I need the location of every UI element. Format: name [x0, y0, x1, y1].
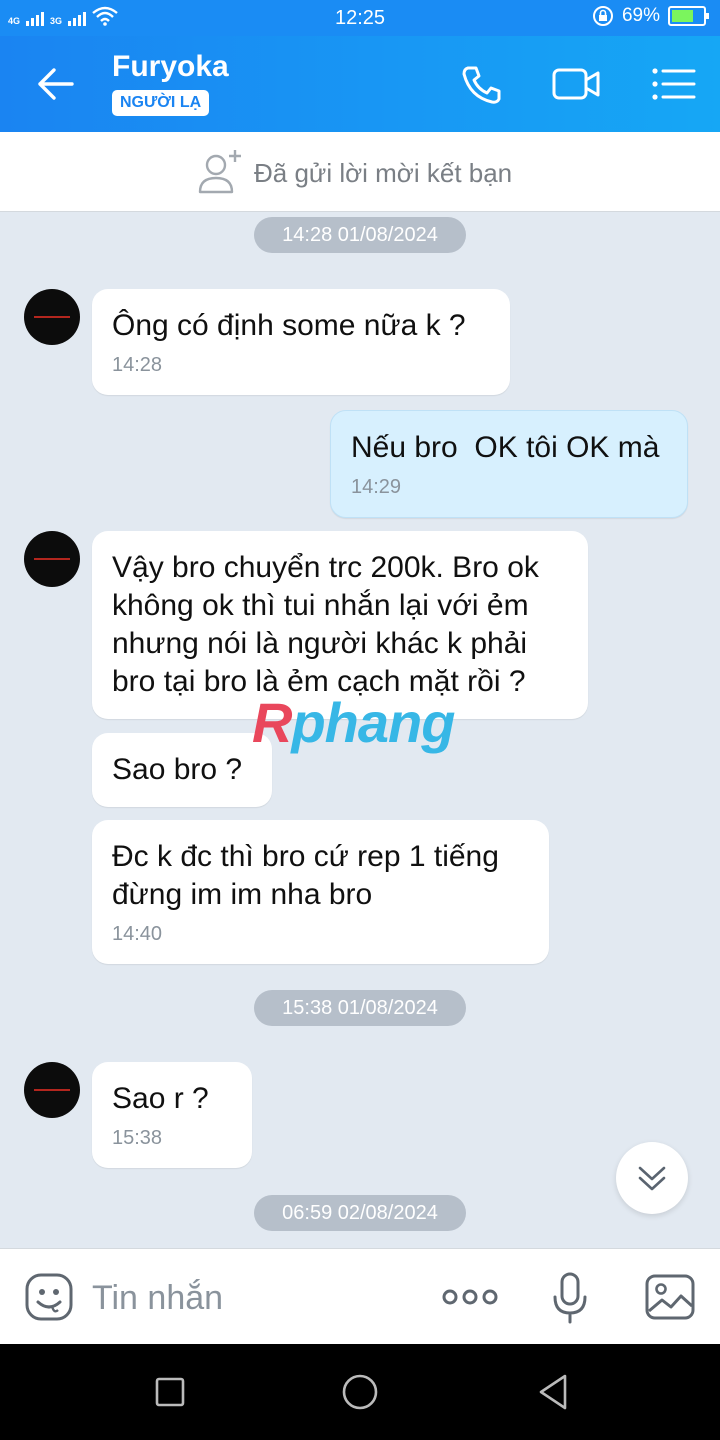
- message-text: Sao r ?: [112, 1082, 209, 1115]
- microphone-icon[interactable]: [550, 1271, 590, 1325]
- message-incoming[interactable]: Sao bro ?: [92, 733, 272, 807]
- chat-header: Furyoka NGƯỜI LẠ: [0, 36, 720, 132]
- friend-request-banner: Đã gửi lời mời kết bạn: [0, 132, 720, 212]
- back-arrow-icon[interactable]: [34, 64, 78, 104]
- message-text: Nếu bro OK tôi OK mà: [351, 431, 660, 464]
- menu-icon[interactable]: [650, 62, 698, 106]
- date-separator: 15:38 01/08/2024: [254, 990, 466, 1026]
- double-chevron-down-icon: [638, 1166, 666, 1191]
- battery-level: [672, 10, 693, 22]
- message-text: Đc k đc thì bro cứ rep 1 tiếng đừng im i…: [112, 840, 499, 911]
- video-camera-icon[interactable]: [552, 62, 600, 106]
- contact-name[interactable]: Furyoka: [112, 50, 229, 84]
- message-text: Sao bro ?: [112, 753, 243, 786]
- system-nav-bar: [0, 1344, 720, 1440]
- status-bar: 4G 3G 12:25 69%: [0, 0, 720, 36]
- phone-icon[interactable]: [458, 62, 506, 106]
- recent-apps-icon[interactable]: [150, 1372, 190, 1412]
- scroll-to-bottom-button[interactable]: [616, 1142, 688, 1214]
- message-text: Ông có định some nữa k ?: [112, 309, 466, 342]
- more-dots-icon[interactable]: [440, 1287, 500, 1307]
- home-icon[interactable]: [340, 1372, 380, 1412]
- image-icon[interactable]: [644, 1273, 696, 1321]
- avatar[interactable]: [24, 289, 80, 345]
- watermark-part-b: phang: [291, 691, 455, 754]
- back-icon[interactable]: [534, 1372, 574, 1412]
- friend-request-text: Đã gửi lời mời kết bạn: [254, 158, 513, 188]
- message-incoming[interactable]: Ông có định some nữa k ? 14:28: [92, 289, 510, 395]
- message-time: 15:38: [112, 1127, 163, 1149]
- message-incoming[interactable]: Sao r ? 15:38: [92, 1062, 252, 1168]
- message-composer: Tin nhắn: [0, 1248, 720, 1344]
- battery-percent: 69%: [621, 5, 660, 26]
- message-incoming[interactable]: Đc k đc thì bro cứ rep 1 tiếng đừng im i…: [92, 820, 549, 964]
- date-separator: 14:28 01/08/2024: [254, 217, 466, 253]
- message-time: 14:28: [112, 354, 163, 376]
- status-right: 69%: [592, 5, 709, 27]
- emoji-icon[interactable]: [24, 1272, 74, 1322]
- message-text: Vậy bro chuyển trc 200k. Bro ok không ok…: [112, 551, 539, 698]
- stranger-badge: NGƯỜI LẠ: [112, 90, 210, 116]
- date-separator: 06:59 02/08/2024: [254, 1195, 466, 1231]
- battery-icon: [668, 6, 709, 26]
- message-outgoing[interactable]: Nếu bro OK tôi OK mà 14:29: [330, 410, 688, 518]
- message-time: 14:40: [112, 923, 163, 945]
- watermark-part-a: R: [252, 691, 292, 754]
- message-time: 14:29: [351, 476, 402, 498]
- watermark-logo: Rphang: [252, 690, 455, 755]
- message-input[interactable]: Tin nhắn: [92, 1279, 223, 1318]
- add-user-icon: [198, 150, 241, 194]
- avatar[interactable]: [24, 1062, 80, 1118]
- avatar[interactable]: [24, 531, 80, 587]
- rotation-lock-icon: [592, 6, 613, 26]
